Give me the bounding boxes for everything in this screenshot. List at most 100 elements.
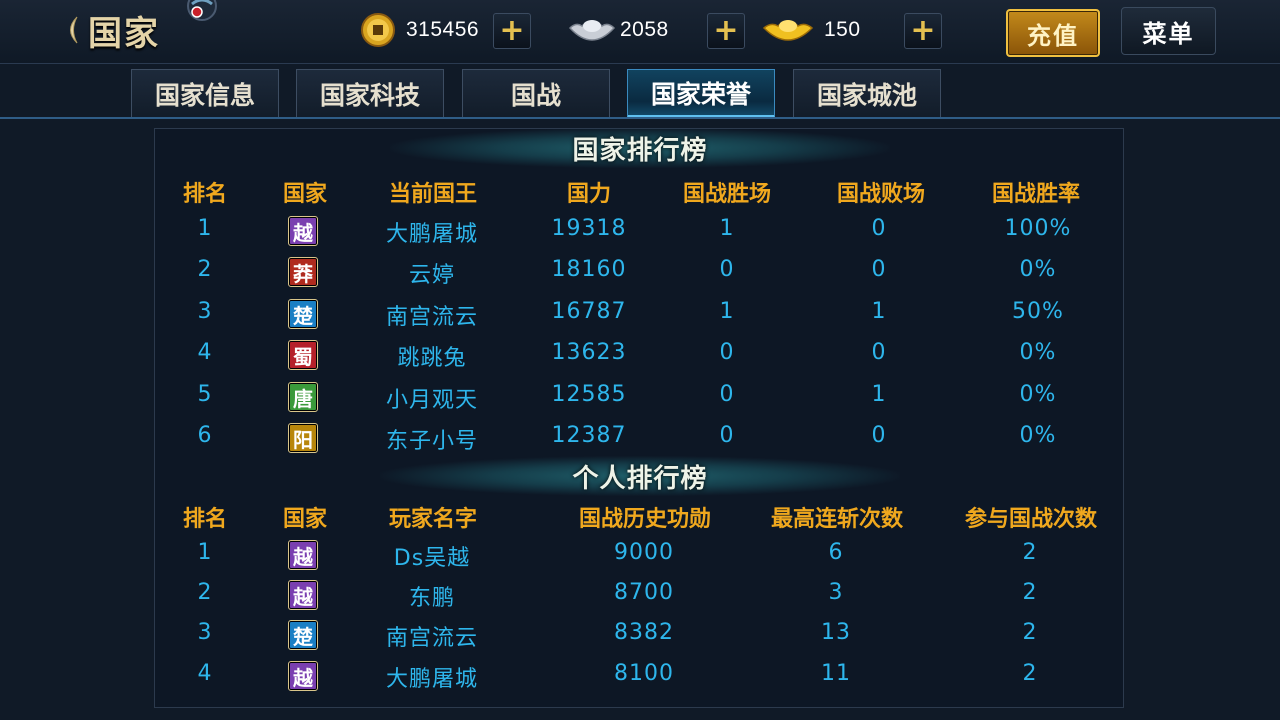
col-header-power: 国力	[566, 181, 612, 207]
merit-cell: 8700	[614, 580, 674, 605]
col-header-participations: 参与国战次数	[964, 506, 1098, 532]
back-button[interactable]: 国家	[62, 8, 160, 54]
personal-ranking-title: 个人排行榜	[380, 456, 900, 496]
rank-cell: 2	[197, 257, 213, 282]
tab-nation-cities[interactable]: 国家城池	[793, 69, 941, 118]
king-cell: 跳跳兔	[397, 346, 467, 371]
power-cell: 12387	[551, 423, 627, 448]
col-header-winrate: 国战胜率	[991, 181, 1081, 207]
winrate-cell: 50%	[1012, 299, 1064, 324]
streak-cell: 13	[821, 620, 851, 645]
wins-cell: 1	[719, 299, 735, 324]
nation-badge: 阳	[288, 423, 318, 453]
menu-button[interactable]: 菜单	[1121, 7, 1216, 55]
merit-cell: 8100	[614, 661, 674, 686]
add-silver-button[interactable]: +	[707, 13, 745, 49]
rank-cell: 6	[197, 423, 213, 448]
nation-row: 5 唐 小月观天 12585 0 1 0%	[0, 382, 1280, 422]
winrate-cell: 0%	[1019, 382, 1057, 407]
losses-cell: 0	[871, 257, 887, 282]
nation-ranking-title: 国家排行榜	[390, 128, 890, 168]
power-cell: 16787	[551, 299, 627, 324]
player-row: 3 楚 南宫流云 8382 13 2	[0, 620, 1280, 660]
winrate-cell: 0%	[1019, 340, 1057, 365]
silver-currency: 2058	[568, 10, 669, 50]
nation-badge: 越	[288, 540, 318, 570]
tab-nation-honor[interactable]: 国家荣誉	[627, 69, 775, 118]
col-header-streak: 最高连斩次数	[770, 506, 904, 532]
wins-cell: 0	[719, 340, 735, 365]
col-header-losses: 国战败场	[836, 181, 926, 207]
silver-ingot-icon	[568, 20, 616, 41]
player-name-cell: 大鹏屠城	[385, 667, 479, 692]
nation-badge: 楚	[288, 299, 318, 329]
nation-badge: 唐	[288, 382, 318, 412]
participations-cell: 2	[1022, 580, 1038, 605]
participations-cell: 2	[1022, 661, 1038, 686]
rank-cell: 4	[197, 340, 213, 365]
power-cell: 12585	[551, 382, 627, 407]
losses-cell: 1	[871, 299, 887, 324]
rank-cell: 1	[197, 540, 213, 565]
nation-badge: 蜀	[288, 340, 318, 370]
streak-cell: 3	[828, 580, 844, 605]
copper-amount: 315456	[406, 18, 480, 41]
losses-cell: 0	[871, 216, 887, 241]
col-header-player-name: 玩家名字	[388, 506, 478, 532]
rank-cell: 2	[197, 580, 213, 605]
player-name-cell: Ds吴越	[393, 546, 471, 571]
winrate-cell: 0%	[1019, 257, 1057, 282]
nation-row: 4 蜀 跳跳兔 13623 0 0 0%	[0, 340, 1280, 380]
rank-cell: 1	[197, 216, 213, 241]
silver-amount: 2058	[620, 18, 669, 41]
nation-row: 2 莽 云婷 18160 0 0 0%	[0, 257, 1280, 297]
king-cell: 南宫流云	[385, 305, 479, 330]
col-header-nation: 国家	[282, 506, 328, 532]
add-copper-button[interactable]: +	[493, 13, 531, 49]
plus-icon: +	[499, 13, 525, 48]
player-row: 4 越 大鹏屠城 8100 11 2	[0, 661, 1280, 701]
participations-cell: 2	[1022, 620, 1038, 645]
player-row: 1 越 Ds吴越 9000 6 2	[0, 540, 1280, 580]
nation-row: 1 越 大鹏屠城 19318 1 0 100%	[0, 216, 1280, 256]
nation-badge: 越	[288, 580, 318, 610]
wins-cell: 0	[719, 382, 735, 407]
wins-cell: 0	[719, 257, 735, 282]
tab-nation-tech[interactable]: 国家科技	[296, 69, 444, 118]
tab-underline	[0, 117, 1280, 119]
nation-badge: 越	[288, 216, 318, 246]
winrate-cell: 100%	[1004, 216, 1072, 241]
col-header-nation: 国家	[282, 181, 328, 207]
merit-cell: 9000	[614, 540, 674, 565]
wins-cell: 0	[719, 423, 735, 448]
rank-cell: 4	[197, 661, 213, 686]
gold-ingot-icon	[762, 20, 814, 41]
king-cell: 小月观天	[385, 388, 479, 413]
recharge-button[interactable]: 充值	[1006, 9, 1100, 57]
tab-nation-war[interactable]: 国战	[462, 69, 610, 118]
col-header-rank: 排名	[182, 506, 228, 532]
back-arrow-icon	[70, 16, 78, 44]
player-row: 2 越 东鹏 8700 3 2	[0, 580, 1280, 620]
tab-nation-info[interactable]: 国家信息	[131, 69, 279, 118]
col-header-rank: 排名	[182, 181, 228, 207]
nation-badge: 莽	[288, 257, 318, 287]
plus-icon: +	[713, 13, 739, 48]
nation-row: 3 楚 南宫流云 16787 1 1 50%	[0, 299, 1280, 339]
power-cell: 18160	[551, 257, 627, 282]
power-cell: 19318	[551, 216, 627, 241]
king-cell: 大鹏屠城	[385, 222, 479, 247]
col-header-king: 当前国王	[388, 181, 478, 207]
losses-cell: 1	[871, 382, 887, 407]
king-cell: 东子小号	[385, 429, 479, 454]
losses-cell: 0	[871, 340, 887, 365]
player-name-cell: 东鹏	[408, 586, 456, 611]
col-header-wins: 国战胜场	[682, 181, 772, 207]
col-header-merit: 国战历史功勋	[578, 506, 712, 532]
merit-cell: 8382	[614, 620, 674, 645]
gold-currency: 150	[762, 10, 861, 50]
player-name-cell: 南宫流云	[385, 626, 479, 651]
add-gold-button[interactable]: +	[904, 13, 942, 49]
winrate-cell: 0%	[1019, 423, 1057, 448]
top-bar: 国家 315456 + 2058 + 150 + 充值 菜单	[0, 0, 1280, 64]
